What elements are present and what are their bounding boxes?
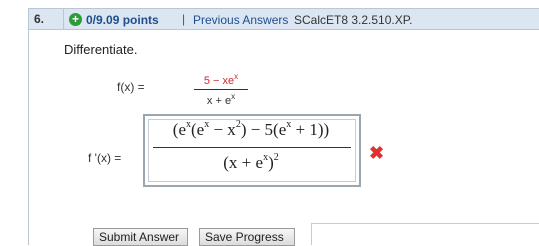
answer-label: f '(x) = — [88, 151, 122, 165]
plus-circle-icon[interactable]: + — [69, 13, 82, 26]
answer-denominator: (x + ex)2 — [223, 152, 279, 172]
fraction-bar — [194, 89, 248, 90]
answer-fraction-bar — [153, 147, 351, 148]
save-progress-button[interactable]: Save Progress — [199, 228, 295, 246]
header-pipe: | — [182, 12, 186, 26]
question-header: 6. + 0/9.09 points | Previous Answers SC… — [29, 9, 539, 30]
bottom-panel — [311, 223, 539, 245]
submit-answer-button[interactable]: Submit Answer — [93, 228, 188, 246]
question-id: SCalcET8 3.2.510.XP. — [294, 13, 413, 27]
question-prompt: Differentiate. — [64, 42, 138, 57]
function-denominator: x + ex — [206, 92, 236, 107]
function-numerator: 5 − xex — [203, 72, 239, 87]
header-divider — [63, 9, 64, 30]
function-fraction: 5 − xex x + ex — [194, 72, 248, 107]
answer-numerator: (ex(ex − x2) − 5(ex + 1)) — [172, 119, 330, 139]
function-label: f(x) = — [117, 80, 145, 94]
question-number: 6. — [34, 12, 45, 26]
previous-answers-link[interactable]: Previous Answers — [193, 13, 288, 27]
points-score: 0/9.09 points — [86, 13, 159, 27]
x-mark-icon: ✖ — [369, 143, 385, 163]
answer-input[interactable]: (ex(ex − x2) − 5(ex + 1)) (x + ex)2 — [143, 114, 361, 187]
